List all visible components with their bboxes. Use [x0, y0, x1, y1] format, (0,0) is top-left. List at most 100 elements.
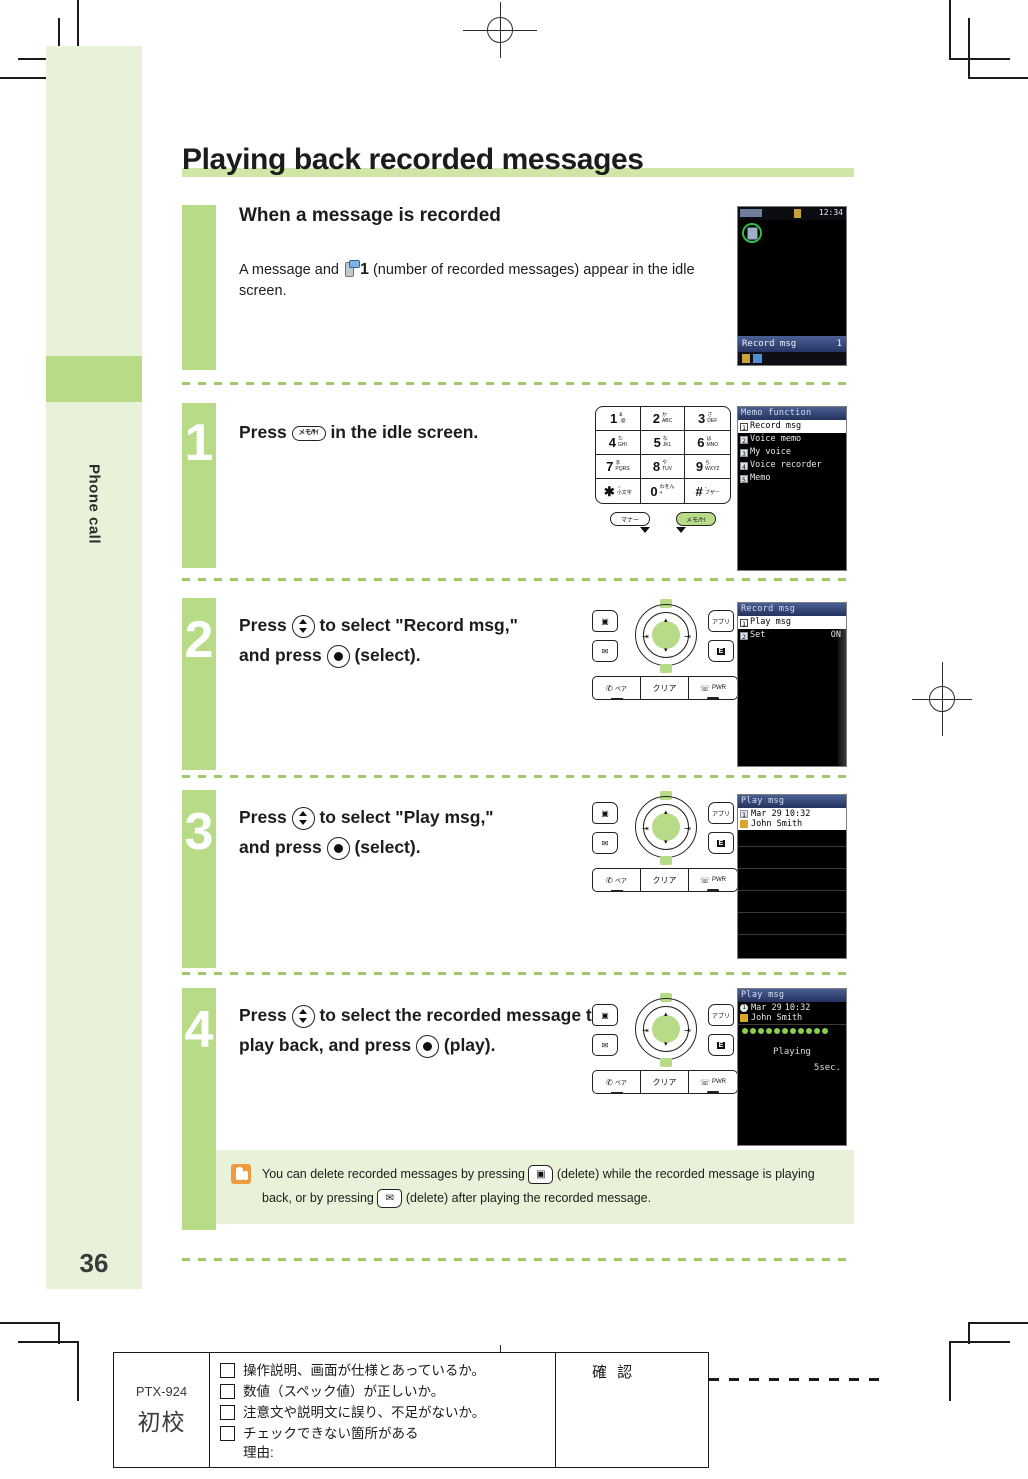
idle-softkey-bar: Record msg 1 [738, 336, 846, 352]
keypad-key: 4 た GHI [596, 431, 641, 455]
nav-right-arrow-icon: ⇥ [684, 1026, 691, 1035]
checklist-item[interactable]: 注意文や説明文に誤り、不足がないか。 [220, 1403, 555, 1422]
step-1-number: 1 [184, 414, 214, 472]
keypad-key-digit: 4 [608, 435, 616, 450]
chapter-tab-marker [46, 356, 142, 402]
playing-screen-title: Play msg [738, 989, 846, 1002]
keypad-key-bottom: GHI [618, 441, 627, 448]
clear-key-icon: クリア [641, 677, 689, 699]
entry-name: John Smith [751, 1013, 803, 1023]
list-separator [738, 912, 846, 913]
power-key-icon: ☏ PWR [689, 1071, 737, 1094]
checkbox[interactable] [220, 1363, 235, 1378]
proof-code-cell: PTX-924 初校 [114, 1353, 210, 1467]
keypad-key: 1 & .@ [596, 407, 641, 431]
up-down-key-icon [291, 806, 315, 830]
checkbox[interactable] [220, 1426, 235, 1441]
phonebook-delete-key-icon: ▣ [528, 1165, 554, 1185]
item-number: 2 [740, 435, 748, 445]
memo-key-label: メモ/ｻｲ [298, 429, 319, 437]
nav-down-pad [660, 856, 672, 865]
list-separator [738, 934, 846, 935]
keypad-key: #、ブザー [685, 479, 730, 503]
nav-up-arrow-icon: ▴ [664, 1011, 668, 1018]
keypad-key-bottom: WXYZ [705, 465, 720, 472]
step-1-text: Press メモ/ｻｲ in the idle screen. [239, 417, 589, 447]
crop-mark-tr-h2 [950, 58, 1010, 60]
checkbox[interactable] [220, 1384, 235, 1399]
intro-heading: When a message is recorded [239, 205, 501, 226]
navkey-diagram-step-3: ⇥ ⇥ ▴ ▾ ▣ ✉ アプリ E ✆ ペア クリア ☏ PWR [590, 791, 740, 904]
email-key-icon: E [708, 832, 734, 854]
list-separator [738, 868, 846, 869]
registration-mark-top [463, 2, 537, 58]
entry-date: Mar 29 [751, 1003, 782, 1013]
memo-item-my-voice: 3 My voice [738, 446, 846, 459]
mail-key-icon: ✉ [592, 1034, 618, 1056]
mail-delete-key-icon: ✉ [377, 1189, 403, 1209]
item-number: 4 [740, 461, 748, 471]
keypad-key-bottom: + [659, 490, 663, 496]
keypad-arrow-indicators [595, 527, 731, 533]
divider-after-step-4 [182, 1258, 854, 1261]
checklist-label: 操作説明、画面が仕様とあっているか。 [243, 1363, 486, 1378]
keypad-key-digit: 0 [650, 483, 658, 499]
idle-footer-label: Record msg [742, 339, 797, 349]
page-number: 36 [79, 1248, 109, 1278]
step-4-body: Press to select the recorded message to … [239, 988, 614, 1060]
idle-clock: 12:34 [818, 208, 843, 217]
checklist-label-line2: 理由: [243, 1445, 274, 1460]
checkbox[interactable] [220, 1405, 235, 1420]
proof-confirm-cell: 確 認 [556, 1353, 708, 1467]
idle-footer-count: 1 [836, 339, 842, 349]
checklist-label: 数値（スペック値）が正しいか。 [243, 1384, 445, 1399]
keypad-key: 5 な JKL [640, 431, 686, 455]
nav-down-pad [660, 664, 672, 673]
checklist-item[interactable]: チェックできない箇所がある 理由: [220, 1424, 555, 1462]
step-3-text: Press to select "Play msg," and press (s… [239, 802, 599, 862]
entry-name: John Smith [751, 819, 803, 829]
proof-confirm-label: 確 認 [592, 1364, 636, 1381]
proof-stamp-box: PTX-924 初校 操作説明、画面が仕様とあっているか。 数値（スペック値）が… [113, 1352, 709, 1468]
center-select-key-icon [326, 836, 350, 860]
screen-play-msg-playing: Play msg 1 Mar 29 10:32 John Smith Playi… [737, 988, 847, 1146]
step-2-number: 2 [184, 611, 214, 669]
clear-key-icon: クリア [641, 1071, 689, 1093]
entry-number: 1 [740, 810, 748, 819]
keypad-key: 0 わをん + [641, 479, 686, 503]
memo-item-voice-recorder: 4 Voice recorder [738, 459, 846, 472]
record-msg-item-play-msg: 1 Play msg [738, 616, 846, 629]
manual-page: Phone call 36 Playing back recorded mess… [0, 0, 1028, 1479]
phonebook-key-icon: ▣ [592, 1004, 618, 1026]
nav-right-arrow-icon: ⇥ [684, 632, 691, 641]
idle-icon-tray [738, 352, 846, 365]
checklist-item[interactable]: 数値（スペック値）が正しいか。 [220, 1382, 555, 1401]
memo-item-voice-memo: 2 Voice memo [738, 433, 846, 446]
divider-after-intro [182, 382, 854, 385]
keypad-key-digit: ✱ [603, 483, 615, 499]
keypad-key: 3 さ DEF [685, 407, 730, 431]
checklist-item[interactable]: 操作説明、画面が仕様とあっているか。 [220, 1361, 555, 1380]
caller-icon [740, 820, 748, 828]
nav-up-arrow-icon: ▴ [664, 617, 668, 624]
item-label: Memo [750, 473, 771, 483]
step-4-text-a: Press [239, 1005, 287, 1025]
play-msg-screen-title: Play msg [738, 795, 846, 808]
idle-status-bar: 12:34 [738, 207, 846, 220]
crop-mark-bl-v [77, 1341, 79, 1401]
page-title: Playing back recorded messages [182, 143, 644, 176]
keypad-key-bottom: TUV [662, 465, 673, 472]
entry-time: 10:32 [784, 1003, 811, 1013]
item-number: 5 [740, 474, 748, 484]
crop-mark-bl-h2 [18, 1341, 78, 1343]
keypad-key-digit: 2 [652, 411, 660, 426]
keypad-key-digit: 1 [609, 411, 618, 426]
center-select-key-icon [326, 644, 350, 668]
entry-time: 10:32 [784, 809, 811, 819]
item-number: 1 [740, 422, 748, 432]
step-1-body: Press メモ/ｻｲ in the idle screen. [239, 403, 589, 447]
nav-down-arrow-icon: ▾ [664, 839, 668, 846]
step-4-text: Press to select the recorded message to … [239, 1000, 614, 1060]
divider-after-step-2 [182, 775, 854, 778]
nav-down-arrow-icon: ▾ [664, 647, 668, 654]
